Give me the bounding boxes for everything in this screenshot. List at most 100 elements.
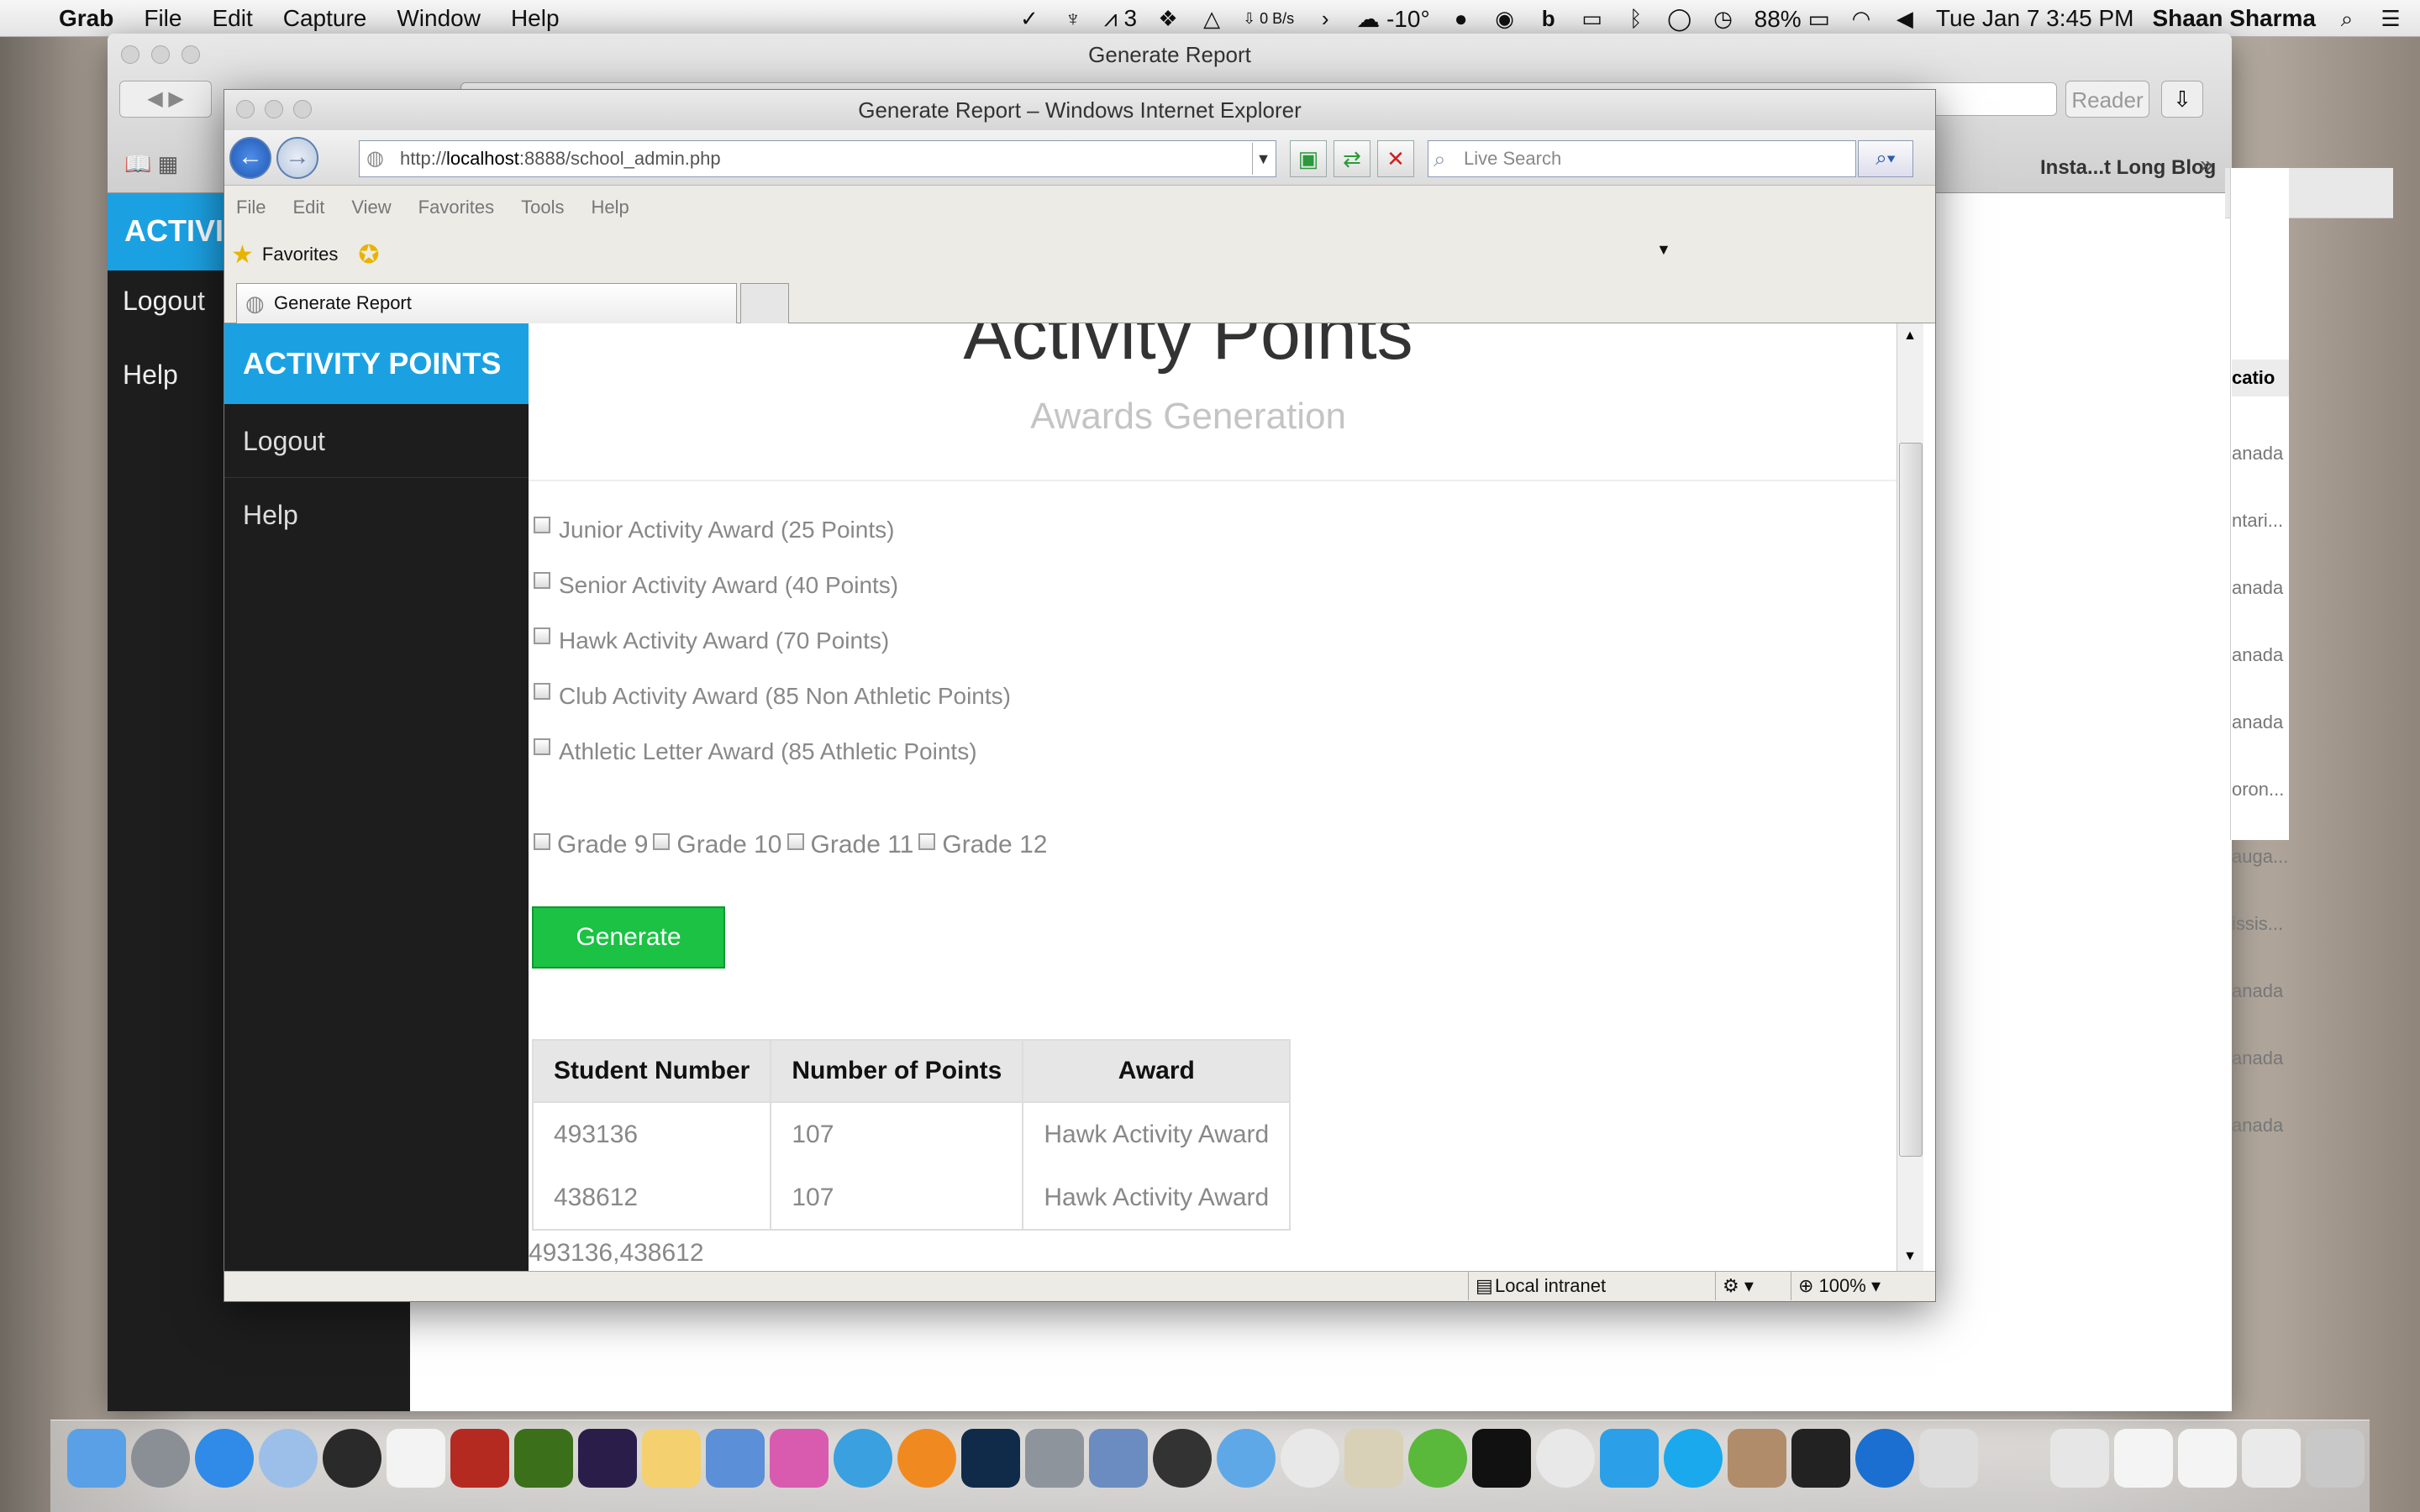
grab-icon[interactable]	[1919, 1429, 1978, 1488]
chevron-down-icon[interactable]: ▼	[1656, 241, 1671, 259]
ie-menu-edit[interactable]: Edit	[292, 197, 324, 218]
generate-button[interactable]: Generate	[532, 906, 725, 969]
checkbox-grade-12[interactable]	[918, 833, 936, 850]
list-item[interactable]: anada	[2232, 420, 2289, 487]
battery-status[interactable]: 88% ▭	[1754, 5, 1830, 33]
list-item[interactable]: anada	[2232, 622, 2289, 689]
refresh-icon[interactable]: ⇄	[1334, 140, 1370, 177]
checkbox-junior[interactable]	[534, 517, 550, 533]
scanner-icon[interactable]: ✓	[1017, 6, 1042, 31]
preview-icon[interactable]	[1344, 1429, 1403, 1488]
live-search-input[interactable]: ⌕ Live Search	[1428, 140, 1856, 177]
volume-icon[interactable]: ◀	[1892, 6, 1918, 31]
safari-page-logout[interactable]: Logout	[123, 286, 205, 317]
photo-booth-icon[interactable]	[450, 1429, 509, 1488]
chevron-double-right-icon[interactable]: »	[2200, 151, 2213, 178]
wifi-icon[interactable]: ◠	[1849, 6, 1874, 31]
security-zone-label[interactable]: Local intranet	[1495, 1272, 1606, 1300]
compatibility-icon[interactable]: ▣	[1290, 140, 1327, 177]
minimized-window-icon[interactable]	[2242, 1429, 2301, 1488]
document-stack-icon[interactable]	[2050, 1429, 2109, 1488]
system-preferences-icon[interactable]	[1025, 1429, 1084, 1488]
weather-widget[interactable]: ☁ -10°	[1356, 5, 1429, 33]
list-item[interactable]: anada	[2232, 1092, 2289, 1159]
bing-icon[interactable]: b	[1536, 6, 1561, 31]
menu-help[interactable]: Help	[511, 5, 560, 32]
xcode-icon[interactable]	[1089, 1429, 1148, 1488]
menu-app-grab[interactable]: Grab	[59, 5, 113, 32]
bookmark-insta-long-blog[interactable]: Insta...t Long Blog	[2040, 156, 2216, 180]
chevron-right-icon[interactable]: ›	[1313, 6, 1338, 31]
network-speed[interactable]: ⇩ 0 B/s	[1243, 10, 1294, 28]
after-effects-icon[interactable]	[578, 1429, 637, 1488]
skype-icon[interactable]	[1664, 1429, 1723, 1488]
tab-generate-report[interactable]: ◍ Generate Report	[236, 283, 737, 323]
checkbox-senior[interactable]	[534, 572, 550, 589]
list-item[interactable]: anada	[2232, 554, 2289, 622]
protected-mode-icon[interactable]: ⚙ ▾	[1715, 1272, 1754, 1300]
add-favorite-icon[interactable]: ✪	[358, 240, 379, 270]
airplay-icon[interactable]: ▭	[1580, 6, 1605, 31]
bookmarks-icon[interactable]: 📖 ▦	[124, 151, 178, 177]
time-machine-icon[interactable]: ◷	[1711, 6, 1736, 31]
back-forward-buttons[interactable]: ◀ ▶	[119, 81, 212, 118]
url-dropdown-icon[interactable]: ▼	[1252, 143, 1274, 175]
checkbox-grade-11[interactable]	[786, 833, 804, 850]
new-tab-button[interactable]	[740, 283, 789, 323]
scroll-thumb[interactable]	[1899, 443, 1923, 1157]
vertical-scrollbar[interactable]: ▲ ▼	[1897, 323, 1923, 1271]
list-item[interactable]: ntari...	[2232, 487, 2289, 554]
scroll-up-icon[interactable]: ▲	[1897, 323, 1923, 349]
checkbox-hawk[interactable]	[534, 627, 550, 644]
console-icon[interactable]	[1791, 1429, 1850, 1488]
evernote-icon[interactable]	[1408, 1429, 1467, 1488]
favorites-label[interactable]: Favorites	[262, 244, 338, 265]
ie-menu-favorites[interactable]: Favorites	[418, 197, 494, 218]
scroll-down-icon[interactable]: ▼	[1897, 1244, 1923, 1269]
checkbox-athletic-letter[interactable]	[534, 738, 550, 755]
ie-menu-view[interactable]: View	[351, 197, 391, 218]
app-store-icon[interactable]	[195, 1429, 254, 1488]
wine-icon[interactable]: ♆	[1060, 6, 1086, 31]
pages-icon[interactable]	[642, 1429, 701, 1488]
menu-file[interactable]: File	[144, 5, 182, 32]
ie-menu-file[interactable]: File	[236, 197, 266, 218]
menu-capture[interactable]: Capture	[283, 5, 367, 32]
trash-icon[interactable]	[2306, 1429, 2365, 1488]
back-button[interactable]: ←	[229, 137, 271, 179]
finder-icon[interactable]	[67, 1429, 126, 1488]
user-name[interactable]: Shaan Sharma	[2152, 5, 2316, 32]
dropbox-icon[interactable]: ❖	[1155, 6, 1181, 31]
numbers-icon[interactable]	[770, 1429, 829, 1488]
menu-window[interactable]: Window	[397, 5, 481, 32]
ie-minimize-button[interactable]	[265, 100, 283, 118]
checkbox-grade-9[interactable]	[534, 833, 550, 850]
calendar-icon[interactable]	[387, 1429, 445, 1488]
drive-icon[interactable]: △	[1199, 6, 1224, 31]
favorites-star-icon[interactable]: ★	[231, 240, 254, 270]
checkbox-club[interactable]	[534, 683, 550, 700]
ie-menu-tools[interactable]: Tools	[521, 197, 564, 218]
list-item[interactable]: anada	[2232, 1025, 2289, 1092]
notification-list-icon[interactable]: ☰	[2378, 6, 2403, 31]
list-item[interactable]: anada	[2232, 958, 2289, 1025]
twitter-icon[interactable]	[1600, 1429, 1659, 1488]
messages-icon[interactable]	[1217, 1429, 1276, 1488]
minimized-window-icon[interactable]	[2114, 1429, 2173, 1488]
ie-zoom-button[interactable]	[293, 100, 312, 118]
adobe-icon[interactable]: ⩘ 3	[1104, 5, 1137, 33]
archive-utility-icon[interactable]	[1728, 1429, 1786, 1488]
spotlight-search-icon[interactable]: ⌕	[2334, 6, 2360, 31]
list-item[interactable]: anada	[2232, 689, 2289, 756]
stop-icon[interactable]: ✕	[1377, 140, 1414, 177]
facetime-icon[interactable]	[323, 1429, 381, 1488]
ie-menu-help[interactable]: Help	[592, 197, 629, 218]
xbmc-icon[interactable]	[1153, 1429, 1212, 1488]
bluetooth-icon[interactable]: ᛒ	[1623, 6, 1649, 31]
safari-icon[interactable]	[259, 1429, 318, 1488]
search-go-button[interactable]: ⌕▾	[1858, 140, 1913, 177]
photoshop-icon[interactable]	[961, 1429, 1020, 1488]
dreamweaver-icon[interactable]	[514, 1429, 573, 1488]
ibooks-icon[interactable]	[897, 1429, 956, 1488]
menu-edit[interactable]: Edit	[212, 5, 252, 32]
